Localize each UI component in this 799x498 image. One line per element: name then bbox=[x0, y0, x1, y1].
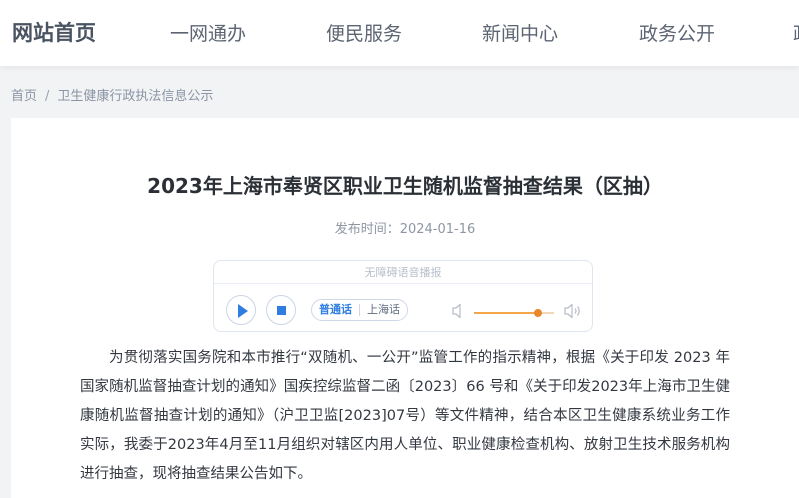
nav-item-government-affairs[interactable]: 政务公开 bbox=[639, 19, 715, 46]
article-paragraph: 为贯彻落实国务院和本市推行“双随机、一公开”监管工作的指示精神，根据《关于印发 … bbox=[80, 350, 730, 482]
breadcrumb-separator: / bbox=[45, 89, 50, 104]
stop-button[interactable] bbox=[266, 295, 296, 325]
nav-item-public-services[interactable]: 便民服务 bbox=[326, 19, 402, 46]
nav-item-news-center[interactable]: 新闻中心 bbox=[482, 19, 558, 46]
volume-low-icon[interactable] bbox=[452, 303, 464, 319]
article-card: 2023年上海市奉贤区职业卫生随机监督抽查结果（区抽） 发布时间：2024-01… bbox=[11, 118, 799, 498]
volume-slider[interactable] bbox=[474, 309, 554, 317]
language-shanghainese-option[interactable]: 上海话 bbox=[360, 300, 407, 320]
nav-home-link[interactable]: 网站首页 bbox=[12, 17, 96, 47]
play-button[interactable] bbox=[226, 295, 256, 325]
nav-item-one-stop-service[interactable]: 一网通办 bbox=[170, 19, 246, 46]
stop-icon bbox=[277, 306, 286, 315]
volume-slider-handle[interactable] bbox=[534, 309, 542, 317]
volume-high-icon[interactable] bbox=[564, 303, 582, 319]
nav-item-truncated[interactable]: 政 bbox=[793, 19, 799, 46]
play-icon bbox=[238, 304, 248, 318]
publish-date: 发布时间：2024-01-16 bbox=[334, 222, 476, 237]
voice-broadcast-player: 无障碍语音播报 普通话 上海话 bbox=[213, 260, 593, 332]
article-title: 2023年上海市奉贤区职业卫生随机监督抽查结果（区抽） bbox=[147, 174, 663, 198]
volume-slider-fill bbox=[474, 312, 538, 314]
breadcrumb-current-link[interactable]: 卫生健康行政执法信息公示 bbox=[57, 89, 213, 104]
top-navigation: 网站首页 一网通办 便民服务 新闻中心 政务公开 政 bbox=[0, 0, 799, 66]
language-switch: 普通话 上海话 bbox=[311, 299, 408, 321]
player-title: 无障碍语音播报 bbox=[214, 261, 592, 284]
language-mandarin-option[interactable]: 普通话 bbox=[312, 300, 359, 320]
article-body: 为贯彻落实国务院和本市推行“双随机、一公开”监管工作的指示精神，根据《关于印发 … bbox=[80, 344, 730, 489]
breadcrumb-home-link[interactable]: 首页 bbox=[11, 89, 37, 104]
breadcrumb: 首页 / 卫生健康行政执法信息公示 bbox=[11, 85, 213, 104]
